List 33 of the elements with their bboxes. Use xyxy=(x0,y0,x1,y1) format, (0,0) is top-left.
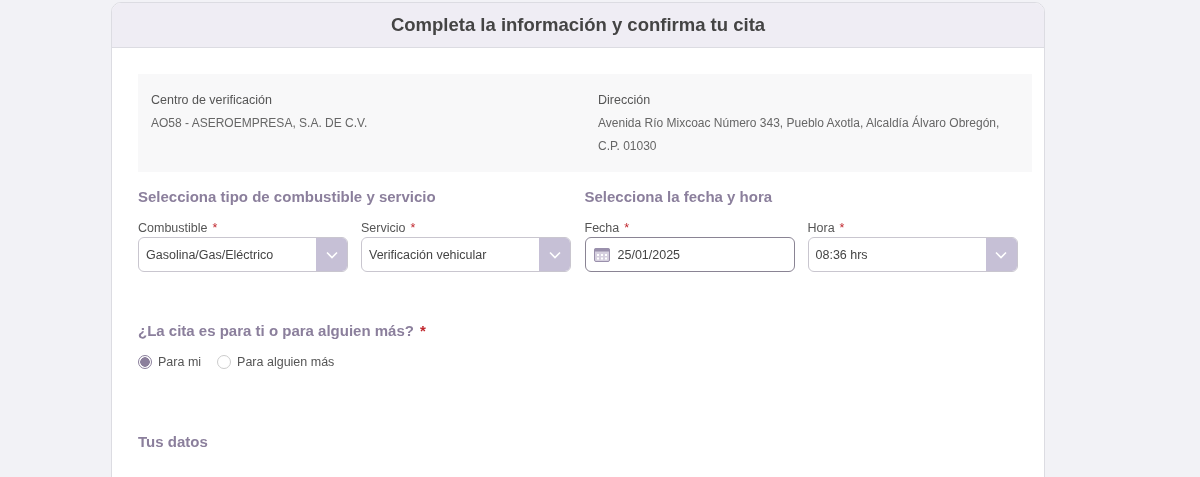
field-label: Hora xyxy=(807,221,835,235)
dropdown-button[interactable] xyxy=(316,238,347,271)
section-title: Selecciona tipo de combustible y servicio xyxy=(138,188,437,205)
dropdown-button[interactable] xyxy=(539,238,570,271)
radio-button[interactable] xyxy=(217,355,232,369)
field-label: Combustible xyxy=(138,221,208,235)
chevron-down-icon xyxy=(325,250,338,259)
radio-option[interactable]: Para mi xyxy=(138,355,202,369)
required-mark: * xyxy=(624,221,630,235)
question-text: ¿La cita es para ti o para alguien más? xyxy=(138,322,414,339)
calendar-icon xyxy=(593,247,610,262)
date-field[interactable]: 25/01/2025 xyxy=(584,237,795,272)
required-mark: * xyxy=(212,221,218,235)
select-field[interactable]: Verificación vehicular xyxy=(361,237,571,272)
select-field[interactable]: 08:36 hrs xyxy=(807,237,1018,272)
info-label: Dirección xyxy=(598,93,652,107)
info-value: Avenida Río Mixcoac Número 343, Pueblo Axotla, Alcaldía Álvaro Obregón, C.P. 01030 xyxy=(598,114,1001,155)
chevron-down-icon xyxy=(548,250,561,259)
field-label: Fecha xyxy=(584,221,620,235)
radio-button[interactable] xyxy=(138,355,152,369)
dropdown-button[interactable] xyxy=(985,238,1017,271)
select-field[interactable]: Gasolina/Gas/Eléctrico xyxy=(138,237,348,272)
chevron-down-icon xyxy=(995,250,1007,259)
page-title: Completa la información y confirma tu cita xyxy=(390,14,766,36)
info-value: AO58 - ASEROEMPRESA, S.A. DE C.V. xyxy=(151,115,369,132)
required-mark: * xyxy=(839,221,845,235)
info-label: Centro de verificación xyxy=(151,93,273,107)
required-mark: * xyxy=(419,322,426,339)
section-title: Tus datos xyxy=(138,433,209,450)
section-title: Selecciona la fecha y hora xyxy=(584,188,774,205)
field-label: Servicio xyxy=(361,221,406,235)
required-mark: * xyxy=(410,221,416,235)
radio-option[interactable]: Para alguien más xyxy=(217,355,335,369)
